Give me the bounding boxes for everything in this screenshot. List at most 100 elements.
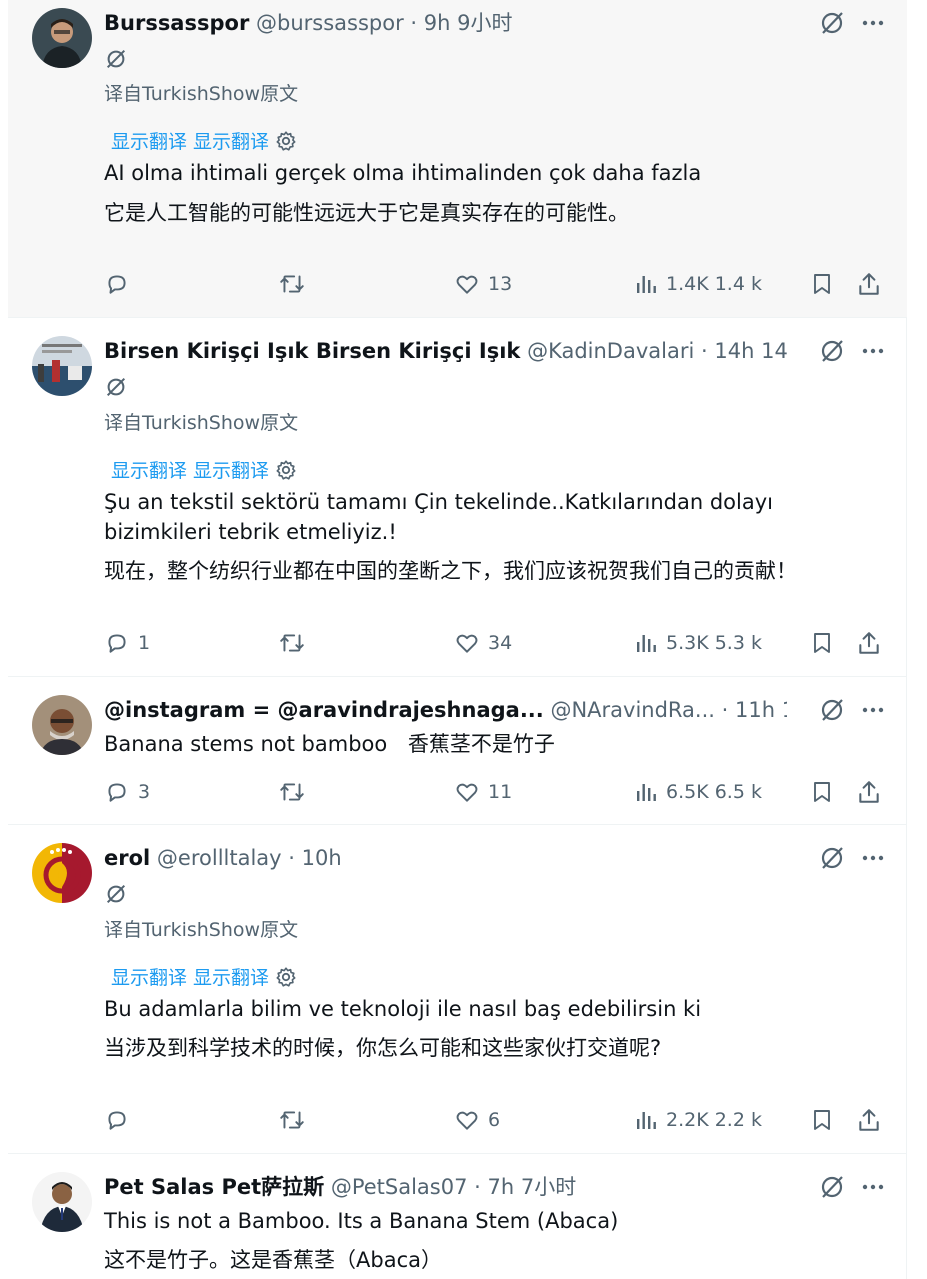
reply-icon [104,630,130,656]
tweet[interactable]: Birsen Kirişçi Işık Birsen Kirişçi Işık … [8,318,907,677]
bookmark-button[interactable] [810,267,834,301]
views-button[interactable]: 2.2K 2.2 k [634,1103,762,1137]
grok-icon[interactable] [819,845,845,871]
views-icon [634,779,658,805]
share-icon [856,630,882,656]
reply-button[interactable]: 1 [104,626,150,660]
timestamp[interactable]: 7h 7小时 [488,1175,577,1199]
user-handle[interactable]: @NAravindRa... [550,698,715,722]
timestamp[interactable]: 11h 11小时 [735,698,787,722]
gear-icon[interactable] [275,459,297,481]
grok-icon[interactable] [104,882,128,910]
bookmark-icon [810,271,834,297]
display-name[interactable]: erol [104,846,150,870]
separator-dot: · [701,339,708,363]
show-translation-label[interactable]: 显示翻译 显示翻译 [111,963,269,990]
display-name[interactable]: Pet Salas Pet萨拉斯 [104,1175,324,1199]
timestamp[interactable]: 10h [302,846,342,870]
action-bar: 3 11 6.5K 6.5 k [104,775,884,809]
tweet-top-icons [819,843,885,873]
user-handle[interactable]: @burssasspor [256,11,404,35]
like-button[interactable]: 13 [454,267,512,301]
more-icon[interactable] [861,1175,885,1199]
tweet[interactable]: Pet Salas Pet萨拉斯 @PetSalas07 · 7h 7小时 Th… [8,1154,907,1279]
like-count: 11 [488,781,513,803]
views-button[interactable]: 6.5K 6.5 k [634,775,762,809]
views-button[interactable]: 5.3K 5.3 k [634,626,762,660]
tweet-text: This is not a Bamboo. Its a Banana Stem … [104,1209,619,1233]
tweet-text: Bu adamlarla bilim ve teknoloji ile nası… [104,997,702,1021]
views-count: 1.4K 1.4 k [666,273,762,295]
grok-icon[interactable] [819,1174,845,1200]
tweet[interactable]: erol @erollltalay · 10h 译自TurkishShow原文 … [8,825,907,1154]
display-name[interactable]: Birsen Kirişçi Işık Birsen Kirişçi Işık [104,339,520,363]
more-icon[interactable] [861,11,885,35]
avatar[interactable] [32,336,92,396]
bookmark-icon [810,779,834,805]
more-icon[interactable] [861,698,885,722]
show-translation-label[interactable]: 显示翻译 显示翻译 [111,456,269,483]
action-bar: 6 2.2K 2.2 k [104,1103,884,1137]
reply-icon [104,1107,130,1133]
grok-icon[interactable] [104,375,128,403]
gear-icon[interactable] [275,130,297,152]
timestamp[interactable]: 9h 9小时 [424,11,513,35]
like-count: 13 [488,273,513,295]
more-icon[interactable] [861,339,885,363]
repost-button[interactable] [278,775,306,809]
gear-icon[interactable] [275,966,297,988]
avatar[interactable] [32,1172,92,1232]
translated-from-label: 译自TurkishShow原文 [104,412,299,434]
timestamp[interactable]: 14h 14小时 [714,339,787,363]
bookmark-button[interactable] [810,626,834,660]
repost-button[interactable] [278,267,306,301]
reply-button[interactable] [104,267,138,301]
reply-timeline: Burssasspor @burssasspor · 9h 9小时 译自Turk… [8,0,907,1279]
views-button[interactable]: 1.4K 1.4 k [634,267,762,301]
share-button[interactable] [856,1103,882,1137]
grok-icon[interactable] [819,338,845,364]
avatar[interactable] [32,843,92,903]
grok-icon[interactable] [819,697,845,723]
tweet-header: Pet Salas Pet萨拉斯 @PetSalas07 · 7h 7小时 [104,1172,787,1202]
grok-icon[interactable] [104,47,128,75]
grok-icon[interactable] [819,10,845,36]
like-button[interactable]: 6 [454,1103,500,1137]
reply-count: 3 [138,781,151,803]
avatar[interactable] [32,695,92,755]
share-button[interactable] [856,775,882,809]
tweet[interactable]: Burssasspor @burssasspor · 9h 9小时 译自Turk… [8,0,907,318]
views-icon [634,1107,658,1133]
share-button[interactable] [856,267,882,301]
action-bar: 1 34 5.3K 5.3 k [104,626,884,660]
user-handle[interactable]: @erollltalay [157,846,282,870]
like-button[interactable]: 11 [454,775,512,809]
avatar[interactable] [32,8,92,68]
tweet[interactable]: @instagram = @aravindrajeshnaga... @NAra… [8,677,907,825]
like-button[interactable]: 34 [454,626,512,660]
share-button[interactable] [856,626,882,660]
separator-dot: · [721,698,729,722]
tweet-header: Burssasspor @burssasspor · 9h 9小时 [104,8,787,38]
reply-button[interactable] [104,1103,138,1137]
reply-icon [104,271,130,297]
user-handle[interactable]: @PetSalas07 [331,1175,468,1199]
user-handle[interactable]: @KadinDavalari [527,339,694,363]
heart-icon [454,630,480,656]
reply-button[interactable]: 3 [104,775,150,809]
repost-button[interactable] [278,626,306,660]
bookmark-button[interactable] [810,1103,834,1137]
views-count: 6.5K 6.5 k [666,781,762,803]
show-translation-link[interactable]: 显示翻译 显示翻译 [111,963,297,990]
show-translation-label[interactable]: 显示翻译 显示翻译 [111,127,269,154]
tweet-text: Banana stems not bamboo [104,732,388,756]
more-icon[interactable] [861,846,885,870]
bookmark-button[interactable] [810,775,834,809]
show-translation-link[interactable]: 显示翻译 显示翻译 [111,456,297,483]
display-name[interactable]: @instagram = @aravindrajeshnaga... [104,698,544,722]
tweet-header: @instagram = @aravindrajeshnaga... @NAra… [104,695,787,725]
repost-button[interactable] [278,1103,306,1137]
display-name[interactable]: Burssasspor [104,11,249,35]
show-translation-link[interactable]: 显示翻译 显示翻译 [111,127,297,154]
share-icon [856,271,882,297]
